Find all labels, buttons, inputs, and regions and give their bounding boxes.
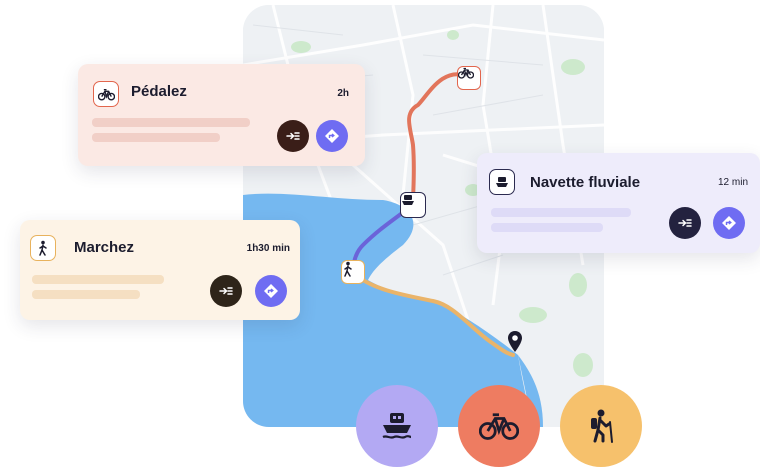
directions-icon: [722, 216, 736, 230]
directions-icon: [325, 129, 339, 143]
start-navigation-icon: [219, 287, 233, 295]
card-duration: 1h30 min: [246, 243, 290, 254]
card-title: Pédalez: [131, 83, 187, 100]
hike-mode-circle[interactable]: [560, 385, 642, 467]
start-navigation-button[interactable]: [277, 120, 309, 152]
map-pin-icon[interactable]: [507, 330, 523, 354]
card-title: Marchez: [74, 239, 135, 256]
bike-icon: [458, 67, 474, 79]
bike-mode-circle[interactable]: [458, 385, 540, 467]
bike-icon: [97, 88, 115, 101]
placeholder-line: [32, 290, 140, 299]
directions-button[interactable]: [316, 120, 348, 152]
start-navigation-icon: [678, 219, 692, 227]
boat-route-marker[interactable]: [400, 192, 426, 218]
route-card-boat[interactable]: Navette fluviale 12 min: [477, 153, 760, 253]
route-card-bike[interactable]: Pédalez 2h: [78, 64, 365, 166]
directions-button[interactable]: [255, 275, 287, 307]
bike-icon: [479, 413, 519, 440]
card-duration: 2h: [337, 88, 349, 99]
boat-mode-badge: [489, 169, 515, 195]
directions-icon: [264, 284, 278, 298]
walk-route-marker[interactable]: [341, 260, 365, 284]
start-navigation-button[interactable]: [669, 207, 701, 239]
walk-icon: [344, 261, 352, 277]
start-navigation-button[interactable]: [210, 275, 242, 307]
boat-icon: [382, 413, 412, 439]
boat-icon: [402, 195, 414, 205]
hiker-icon: [591, 409, 613, 443]
placeholder-line: [92, 133, 220, 142]
placeholder-line: [92, 118, 250, 127]
directions-button[interactable]: [713, 207, 745, 239]
bike-mode-badge: [93, 81, 119, 107]
start-navigation-icon: [286, 132, 300, 140]
placeholder-line: [491, 208, 631, 217]
boat-icon: [496, 177, 508, 187]
boat-mode-circle[interactable]: [356, 385, 438, 467]
card-title: Navette fluviale: [530, 174, 641, 191]
placeholder-line: [491, 223, 603, 232]
bike-route-marker[interactable]: [457, 66, 481, 90]
walk-mode-badge: [30, 235, 56, 261]
route-card-walk[interactable]: Marchez 1h30 min: [20, 220, 300, 320]
placeholder-line: [32, 275, 164, 284]
card-duration: 12 min: [717, 177, 748, 188]
walk-icon: [39, 240, 47, 256]
